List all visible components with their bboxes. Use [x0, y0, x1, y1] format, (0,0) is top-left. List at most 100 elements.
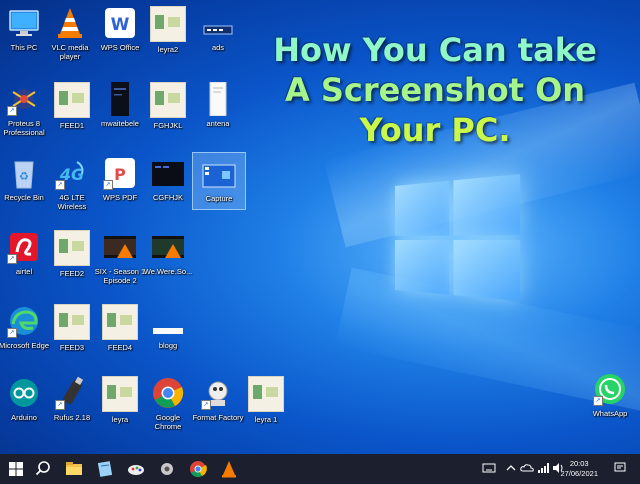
keyboard-icon[interactable]	[482, 462, 496, 477]
chrome-taskbar-icon[interactable]	[188, 459, 208, 479]
icon-label: leyra2	[142, 45, 194, 54]
vlc-taskbar-icon[interactable]	[219, 459, 239, 479]
notepad-icon[interactable]	[95, 459, 115, 479]
whatsapp-icon: ↗	[593, 372, 627, 406]
icon-label: Capture	[193, 194, 245, 203]
desktop-icon-antena[interactable]: antena	[192, 82, 244, 128]
shortcut-arrow-icon: ↗	[7, 328, 17, 338]
icon-label: mwaitebele	[94, 119, 146, 128]
desktop-icon-chrome[interactable]: Google Chrome	[142, 376, 194, 431]
desktop-icon-vlc[interactable]: VLC media player	[44, 6, 96, 61]
document-thumbnail-icon	[102, 304, 138, 340]
chrome-icon	[151, 376, 185, 410]
icon-label: ads	[192, 43, 244, 52]
cloud-icon[interactable]	[520, 462, 534, 477]
clock-date: 27/06/2021	[560, 469, 598, 479]
desktop-icon-edge[interactable]: ↗ Microsoft Edge	[0, 304, 50, 350]
shortcut-arrow-icon: ↗	[593, 396, 603, 406]
document-thumbnail-icon	[150, 82, 186, 118]
desktop-icon-leyra[interactable]: leyra	[94, 376, 146, 424]
desktop-icon-cgfhjk[interactable]: CGFHJK	[142, 156, 194, 202]
arduino-icon	[7, 376, 41, 410]
icon-label: 4G LTE Wireless	[46, 193, 98, 211]
icon-label: WPS PDF	[94, 193, 146, 202]
icon-label: WPS Office	[94, 43, 146, 52]
desktop-icon-whatsapp[interactable]: ↗ WhatsApp	[584, 372, 636, 418]
dark-image-thumbnail-icon	[103, 82, 137, 116]
icon-label: CGFHJK	[142, 193, 194, 202]
vlc-cone-icon	[53, 6, 87, 40]
network-icon[interactable]	[537, 462, 549, 477]
proteus-icon: ↗	[7, 82, 41, 116]
desktop-icon-mwaitebele[interactable]: mwaitebele	[94, 82, 146, 128]
document-page-icon	[201, 82, 235, 116]
desktop-icon-leyra2[interactable]: leyra2	[142, 6, 194, 54]
notification-icon[interactable]	[614, 462, 626, 477]
shortcut-arrow-icon: ↗	[103, 180, 113, 190]
file-explorer-icon[interactable]	[64, 459, 84, 479]
desktop-icon-capture[interactable]: Capture	[192, 152, 246, 210]
desktop-icon-this-pc[interactable]: This PC	[0, 6, 50, 52]
icon-label: leyra	[94, 415, 146, 424]
document-thumbnail-icon	[150, 6, 186, 42]
desktop-icon-feed3[interactable]: FEED3	[46, 304, 98, 352]
desktop-icon-rufus[interactable]: ↗ Rufus 2.18	[46, 376, 98, 422]
document-thumbnail-icon	[54, 82, 90, 118]
video-thumbnail-icon	[103, 230, 137, 264]
desktop-icon-wps-office[interactable]: W WPS Office	[94, 6, 146, 52]
desktop-icon-ads[interactable]: ads	[192, 6, 244, 52]
4g-lte-icon: 4G ↗	[55, 156, 89, 190]
desktop-icon-feed2[interactable]: FEED2	[46, 230, 98, 278]
taskbar: 20:03 27/06/2021	[0, 454, 640, 484]
shortcut-arrow-icon: ↗	[55, 180, 65, 190]
document-thumbnail-icon	[54, 304, 90, 340]
icon-label: Format Factory	[192, 413, 244, 422]
icon-label: This PC	[0, 43, 50, 52]
image-thumbnail-icon	[151, 304, 185, 338]
icon-label: Google Chrome	[142, 413, 194, 431]
recycle-bin-icon: ♻	[7, 156, 41, 190]
desktop-icon-feed1[interactable]: FEED1	[46, 82, 98, 130]
edge-icon: ↗	[7, 304, 41, 338]
desktop-icon-six-season[interactable]: SIX - Season 1 Episode 2	[94, 230, 146, 285]
icon-label: WhatsApp	[584, 409, 636, 418]
system-clock[interactable]: 20:03 27/06/2021	[560, 459, 598, 479]
desktop-icon-fghjkl[interactable]: FGHJKL	[142, 82, 194, 130]
icon-label: Rufus 2.18	[46, 413, 98, 422]
svg-text:P: P	[114, 165, 126, 184]
paint-icon[interactable]	[126, 459, 146, 479]
clock-time: 20:03	[560, 459, 598, 469]
icon-label: airtel	[0, 267, 50, 276]
desktop-icon-feed4[interactable]: FEED4	[94, 304, 146, 352]
desktop-icon-recycle-bin[interactable]: ♻ Recycle Bin	[0, 156, 50, 202]
airtel-icon: ↗	[7, 230, 41, 264]
desktop-icon-format-factory[interactable]: ↗ Format Factory	[192, 376, 244, 422]
icon-label: leyra 1	[240, 415, 292, 424]
icon-label: VLC media player	[44, 43, 96, 61]
windows-logo-wallpaper	[395, 174, 525, 307]
desktop-icon-wps-pdf[interactable]: P ↗ WPS PDF	[94, 156, 146, 202]
icon-label: FEED4	[94, 343, 146, 352]
desktop-icon-leyra1[interactable]: leyra 1	[240, 376, 292, 424]
usb-drive-icon: ↗	[55, 376, 89, 410]
wps-office-icon: W	[103, 6, 137, 40]
tools-icon[interactable]	[157, 459, 177, 479]
icon-label: antena	[192, 119, 244, 128]
chevron-up-icon[interactable]	[506, 462, 516, 477]
svg-text:♻: ♻	[19, 170, 29, 183]
desktop-icon-blogg[interactable]: blogg	[142, 304, 194, 350]
start-icon[interactable]	[6, 459, 26, 479]
headline-line3: Your PC.	[245, 110, 625, 150]
desktop-icon-4g-lte[interactable]: 4G ↗ 4G LTE Wireless	[46, 156, 98, 211]
dark-image-thumbnail-icon	[151, 156, 185, 190]
document-thumbnail-icon	[54, 230, 90, 266]
icon-label: Microsoft Edge	[0, 341, 50, 350]
wps-pdf-icon: P ↗	[103, 156, 137, 190]
svg-text:W: W	[111, 15, 130, 35]
search-icon[interactable]	[33, 459, 53, 479]
desktop-icon-arduino[interactable]: Arduino	[0, 376, 50, 422]
desktop-icon-we-were-so[interactable]: We.Were.So...	[142, 230, 194, 276]
desktop-icon-airtel[interactable]: ↗ airtel	[0, 230, 50, 276]
desktop-icon-proteus[interactable]: ↗ Proteus 8 Professional	[0, 82, 50, 137]
format-factory-icon: ↗	[201, 376, 235, 410]
